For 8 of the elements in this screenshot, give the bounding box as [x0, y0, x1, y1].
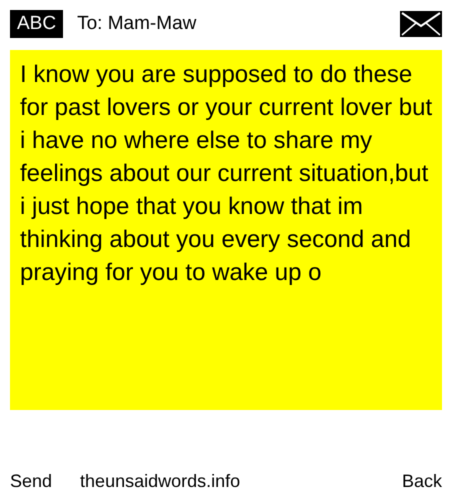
send-link[interactable]: Send — [10, 471, 52, 492]
envelope-icon[interactable] — [400, 11, 442, 37]
message-box[interactable] — [10, 50, 442, 410]
recipient-label: To: Mam-Maw — [77, 13, 196, 35]
site-name: theunsaidwords.info — [80, 471, 240, 492]
back-link[interactable]: Back — [402, 471, 442, 492]
message-text: I know you are supposed to do these for past lovers or your current lover but i have no where else to share my feelings about our current situation,but i just hope that you know that im thinking about you every second and praying for you to wake up o — [20, 60, 434, 288]
input-mode-badge[interactable]: ABC — [10, 10, 64, 38]
